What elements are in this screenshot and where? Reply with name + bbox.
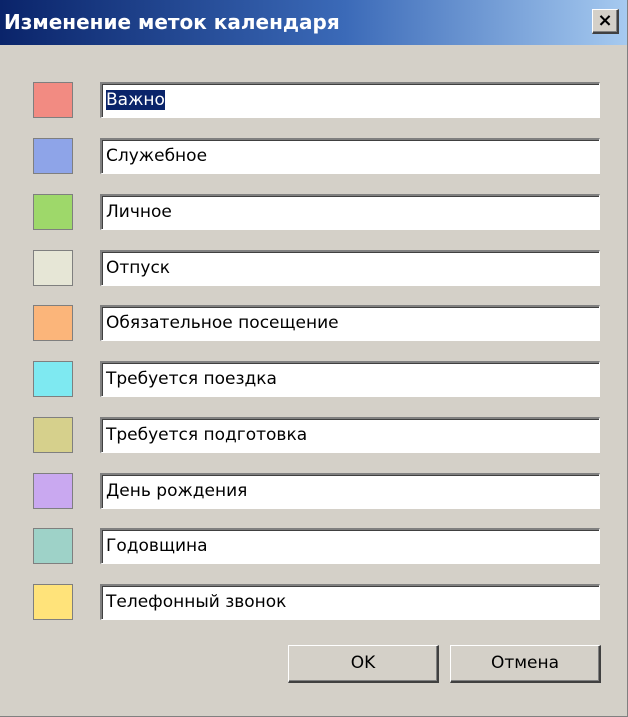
label-name-field-1[interactable]: Служебное xyxy=(100,138,600,174)
label-row-3: Отпуск xyxy=(0,250,628,286)
label-row-9: Телефонный звонок xyxy=(0,584,628,620)
color-swatch-0[interactable] xyxy=(33,82,73,118)
label-row-7: День рождения xyxy=(0,473,628,509)
label-name-field-4[interactable]: Обязательное посещение xyxy=(100,305,600,341)
label-name-text-5: Требуется поездка xyxy=(106,369,277,389)
color-swatch-4[interactable] xyxy=(33,305,73,341)
label-name-text-0: Важно xyxy=(106,90,165,110)
label-name-text-4: Обязательное посещение xyxy=(106,313,339,333)
label-name-field-9[interactable]: Телефонный звонок xyxy=(100,584,600,620)
label-name-field-2[interactable]: Личное xyxy=(100,194,600,230)
color-swatch-7[interactable] xyxy=(33,473,73,509)
label-row-2: Личное xyxy=(0,194,628,230)
label-name-text-9: Телефонный звонок xyxy=(106,592,287,612)
label-row-1: Служебное xyxy=(0,138,628,174)
label-name-field-8[interactable]: Годовщина xyxy=(100,528,600,564)
label-name-field-5[interactable]: Требуется поездка xyxy=(100,361,600,397)
window-title: Изменение меток календаря xyxy=(4,10,340,34)
label-row-6: Требуется подготовка xyxy=(0,417,628,453)
label-name-text-3: Отпуск xyxy=(106,258,171,278)
label-row-0: Важно xyxy=(0,82,628,118)
label-name-field-0[interactable]: Важно xyxy=(100,82,600,118)
cancel-button[interactable]: Отмена xyxy=(450,645,601,683)
label-row-8: Годовщина xyxy=(0,528,628,564)
color-swatch-3[interactable] xyxy=(33,250,73,286)
ok-button[interactable]: OK xyxy=(288,645,439,683)
title-bar[interactable]: Изменение меток календаря × xyxy=(0,0,627,45)
color-swatch-6[interactable] xyxy=(33,417,73,453)
close-button[interactable]: × xyxy=(592,9,619,34)
label-name-field-6[interactable]: Требуется подготовка xyxy=(100,417,600,453)
label-name-text-7: День рождения xyxy=(106,481,248,501)
label-row-5: Требуется поездка xyxy=(0,361,628,397)
edit-calendar-labels-dialog: Изменение меток календаря × Важно Служеб… xyxy=(0,0,628,717)
color-swatch-5[interactable] xyxy=(33,361,73,397)
color-swatch-9[interactable] xyxy=(33,584,73,620)
label-name-field-7[interactable]: День рождения xyxy=(100,473,600,509)
ok-button-label: OK xyxy=(350,653,376,673)
color-swatch-8[interactable] xyxy=(33,528,73,564)
label-name-text-1: Служебное xyxy=(106,146,208,166)
close-icon: × xyxy=(597,10,613,31)
label-name-text-6: Требуется подготовка xyxy=(106,425,308,445)
color-swatch-1[interactable] xyxy=(33,138,73,174)
label-name-field-3[interactable]: Отпуск xyxy=(100,250,600,286)
label-name-text-2: Личное xyxy=(106,202,172,222)
label-row-4: Обязательное посещение xyxy=(0,305,628,341)
color-swatch-2[interactable] xyxy=(33,194,73,230)
label-name-text-8: Годовщина xyxy=(106,536,208,556)
cancel-button-label: Отмена xyxy=(490,653,560,673)
